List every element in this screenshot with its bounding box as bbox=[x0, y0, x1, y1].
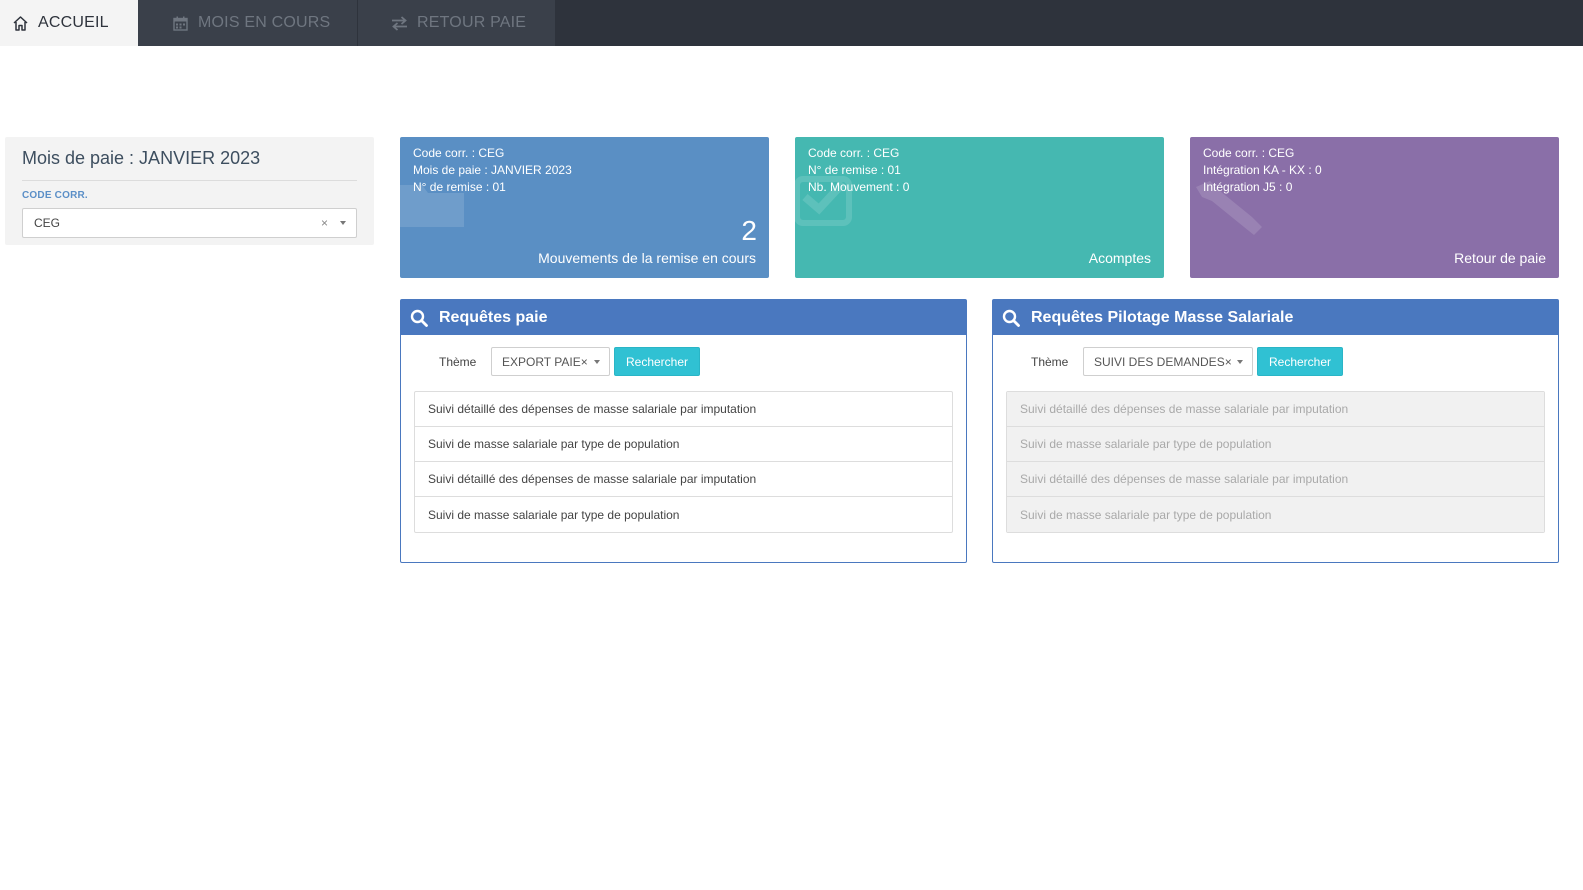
list-item: Suivi détaillé des dépenses de masse sal… bbox=[1007, 462, 1544, 497]
panel-title: Requêtes Pilotage Masse Salariale bbox=[1031, 308, 1294, 326]
theme-label: Thème bbox=[439, 355, 477, 369]
list-item: Suivi de masse salariale par type de pop… bbox=[1007, 427, 1544, 462]
theme-form: Thème SUIVI DES DEMANDES× Rechercher bbox=[993, 335, 1558, 391]
panel-header: Requêtes Pilotage Masse Salariale bbox=[993, 300, 1558, 335]
list-item[interactable]: Suivi de masse salariale par type de pop… bbox=[415, 427, 952, 462]
tile-line: Nb. Mouvement : 0 bbox=[808, 180, 910, 194]
tile-line: Code corr. : CEG bbox=[1203, 146, 1295, 160]
search-icon bbox=[1002, 309, 1020, 327]
theme-value: SUIVI DES DEMANDES× bbox=[1094, 354, 1232, 369]
theme-label: Thème bbox=[1031, 355, 1069, 369]
query-list: Suivi détaillé des dépenses de masse sal… bbox=[1006, 391, 1545, 533]
theme-value: EXPORT PAIE× bbox=[502, 354, 588, 369]
tile-acomptes[interactable]: Code corr. : CEG N° de remise : 01 Nb. M… bbox=[795, 137, 1164, 278]
tile-mouvements[interactable]: Code corr. : CEG Mois de paie : JANVIER … bbox=[400, 137, 769, 278]
requetes-pilotage-panel: Requêtes Pilotage Masse Salariale Thème … bbox=[992, 299, 1559, 563]
tile-caption: Acomptes bbox=[1088, 250, 1151, 266]
tile-line: Mois de paie : JANVIER 2023 bbox=[413, 163, 572, 177]
tile-line: Code corr. : CEG bbox=[413, 146, 505, 160]
tab-mois-en-cours[interactable]: MOIS EN COURS bbox=[138, 0, 357, 46]
list-item[interactable]: Suivi détaillé des dépenses de masse sal… bbox=[415, 392, 952, 427]
search-button[interactable]: Rechercher bbox=[1257, 347, 1343, 376]
tile-line: N° de remise : 01 bbox=[808, 163, 901, 177]
search-icon bbox=[410, 309, 428, 327]
exchange-icon bbox=[390, 14, 408, 32]
code-corr-label: CODE CORR. bbox=[22, 190, 88, 201]
chevron-down-icon[interactable] bbox=[340, 221, 346, 225]
search-button[interactable]: Rechercher bbox=[614, 347, 700, 376]
home-icon bbox=[11, 14, 29, 32]
payroll-month-panel: Mois de paie : JANVIER 2023 CODE CORR. C… bbox=[5, 137, 374, 245]
code-corr-select[interactable]: CEG × bbox=[22, 208, 357, 238]
list-item: Suivi détaillé des dépenses de masse sal… bbox=[1007, 392, 1544, 427]
tile-caption: Mouvements de la remise en cours bbox=[538, 250, 756, 266]
tab-retour-paie-label: RETOUR PAIE bbox=[417, 14, 527, 31]
panel-header: Requêtes paie bbox=[401, 300, 966, 335]
tab-mois-en-cours-label: MOIS EN COURS bbox=[198, 14, 331, 31]
chevron-down-icon[interactable] bbox=[594, 360, 600, 364]
code-corr-value: CEG bbox=[34, 216, 61, 230]
tab-accueil-label: ACCUEIL bbox=[38, 14, 109, 31]
chevron-down-icon[interactable] bbox=[1237, 360, 1243, 364]
list-item[interactable]: Suivi détaillé des dépenses de masse sal… bbox=[415, 462, 952, 497]
tile-line: Intégration KA - KX : 0 bbox=[1203, 163, 1322, 177]
tile-line: Code corr. : CEG bbox=[808, 146, 900, 160]
panel-title: Requêtes paie bbox=[439, 308, 548, 326]
list-item[interactable]: Suivi de masse salariale par type de pop… bbox=[415, 497, 952, 532]
list-item: Suivi de masse salariale par type de pop… bbox=[1007, 497, 1544, 532]
theme-form: Thème EXPORT PAIE× Rechercher bbox=[401, 335, 966, 391]
clear-icon[interactable]: × bbox=[321, 216, 328, 230]
payroll-month-title: Mois de paie : JANVIER 2023 bbox=[22, 148, 357, 181]
tab-accueil[interactable]: ACCUEIL bbox=[0, 0, 138, 46]
top-nav: ACCUEIL MOIS EN COURS RETOUR PAIE bbox=[0, 0, 1583, 46]
theme-select[interactable]: SUIVI DES DEMANDES× bbox=[1083, 347, 1253, 376]
requetes-paie-panel: Requêtes paie Thème EXPORT PAIE× Recherc… bbox=[400, 299, 967, 563]
tab-retour-paie[interactable]: RETOUR PAIE bbox=[358, 0, 555, 46]
tile-caption: Retour de paie bbox=[1454, 250, 1546, 266]
tile-count: 2 bbox=[741, 215, 757, 246]
tile-line: Intégration J5 : 0 bbox=[1203, 180, 1293, 194]
query-list: Suivi détaillé des dépenses de masse sal… bbox=[414, 391, 953, 533]
tile-line: N° de remise : 01 bbox=[413, 180, 506, 194]
calendar-icon bbox=[171, 14, 189, 32]
theme-select[interactable]: EXPORT PAIE× bbox=[491, 347, 610, 376]
tile-retour-paie[interactable]: Code corr. : CEG Intégration KA - KX : 0… bbox=[1190, 137, 1559, 278]
